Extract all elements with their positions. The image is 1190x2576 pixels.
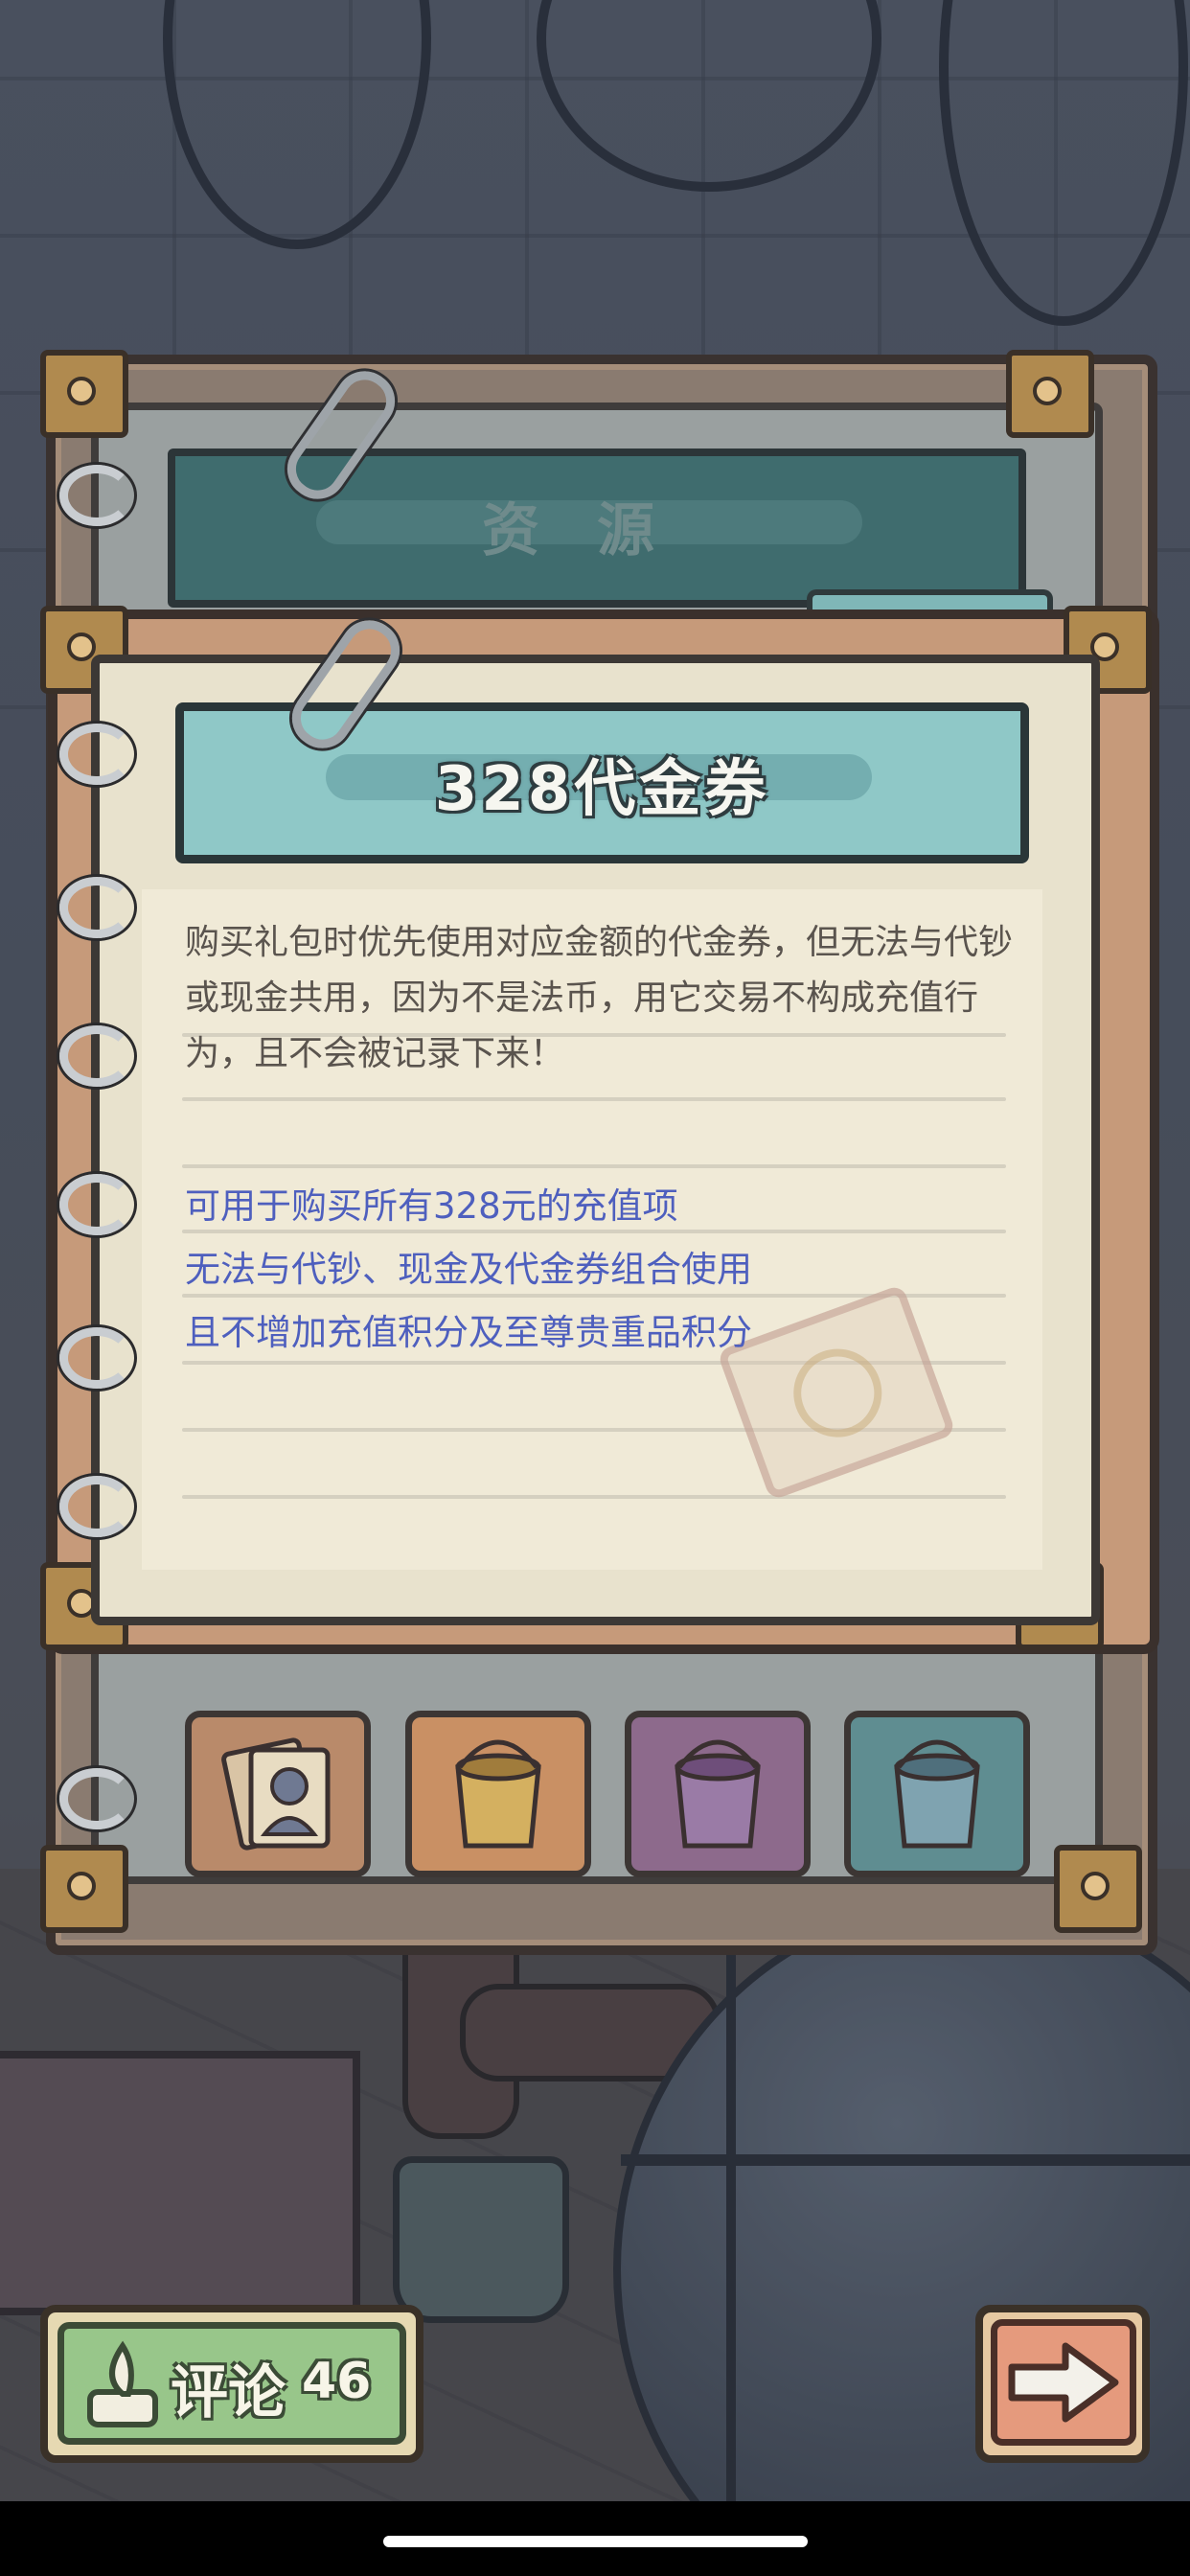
home-indicator-bar[interactable] <box>383 2536 808 2547</box>
paint-bucket-icon <box>675 1739 761 1849</box>
paint-bucket-icon <box>455 1739 541 1849</box>
comment-label: 评论 <box>171 2359 286 2426</box>
binder-ring <box>59 877 134 938</box>
resource-item[interactable] <box>405 1711 591 1877</box>
voucher-title: 328代金券 <box>434 754 770 825</box>
portrait-card-icon <box>221 1737 331 1851</box>
corner-bracket <box>40 1845 128 1933</box>
binder-ring <box>59 1327 134 1389</box>
resource-item[interactable] <box>625 1711 811 1877</box>
binder-ring <box>59 724 134 785</box>
binder-ring <box>59 1025 134 1087</box>
corner-bracket <box>1054 1845 1142 1933</box>
binder-ring <box>59 465 134 526</box>
ruled-line <box>182 1495 1006 1499</box>
binder-ring <box>59 1476 134 1537</box>
voucher-description: 购买礼包时优先使用对应金额的代金券，但无法与代钞或现金共用，因为不是法币，用它交… <box>185 923 1014 1073</box>
voucher-feature: 无法与代钞、现金及代金券组合使用 <box>185 1249 752 1290</box>
resource-item[interactable] <box>844 1711 1030 1877</box>
paint-bucket-icon <box>894 1739 980 1849</box>
ruled-line <box>182 1230 1006 1233</box>
comment-count: 46 <box>302 2353 372 2410</box>
corner-bracket <box>1006 350 1094 438</box>
resources-title: 资源 <box>482 497 712 564</box>
binder-ring <box>59 1768 134 1829</box>
quill-icon <box>87 2340 158 2427</box>
ruled-line <box>182 1097 1006 1101</box>
resource-item[interactable] <box>185 1711 371 1877</box>
voucher-feature: 且不增加充值积分及至尊贵重品积分 <box>185 1312 752 1353</box>
arrow-right-icon <box>1008 2342 1119 2423</box>
corner-bracket <box>40 350 128 438</box>
ruled-line <box>182 1164 1006 1168</box>
binder-ring <box>59 1174 134 1235</box>
voucher-feature: 可用于购买所有328元的充值项 <box>185 1185 678 1227</box>
